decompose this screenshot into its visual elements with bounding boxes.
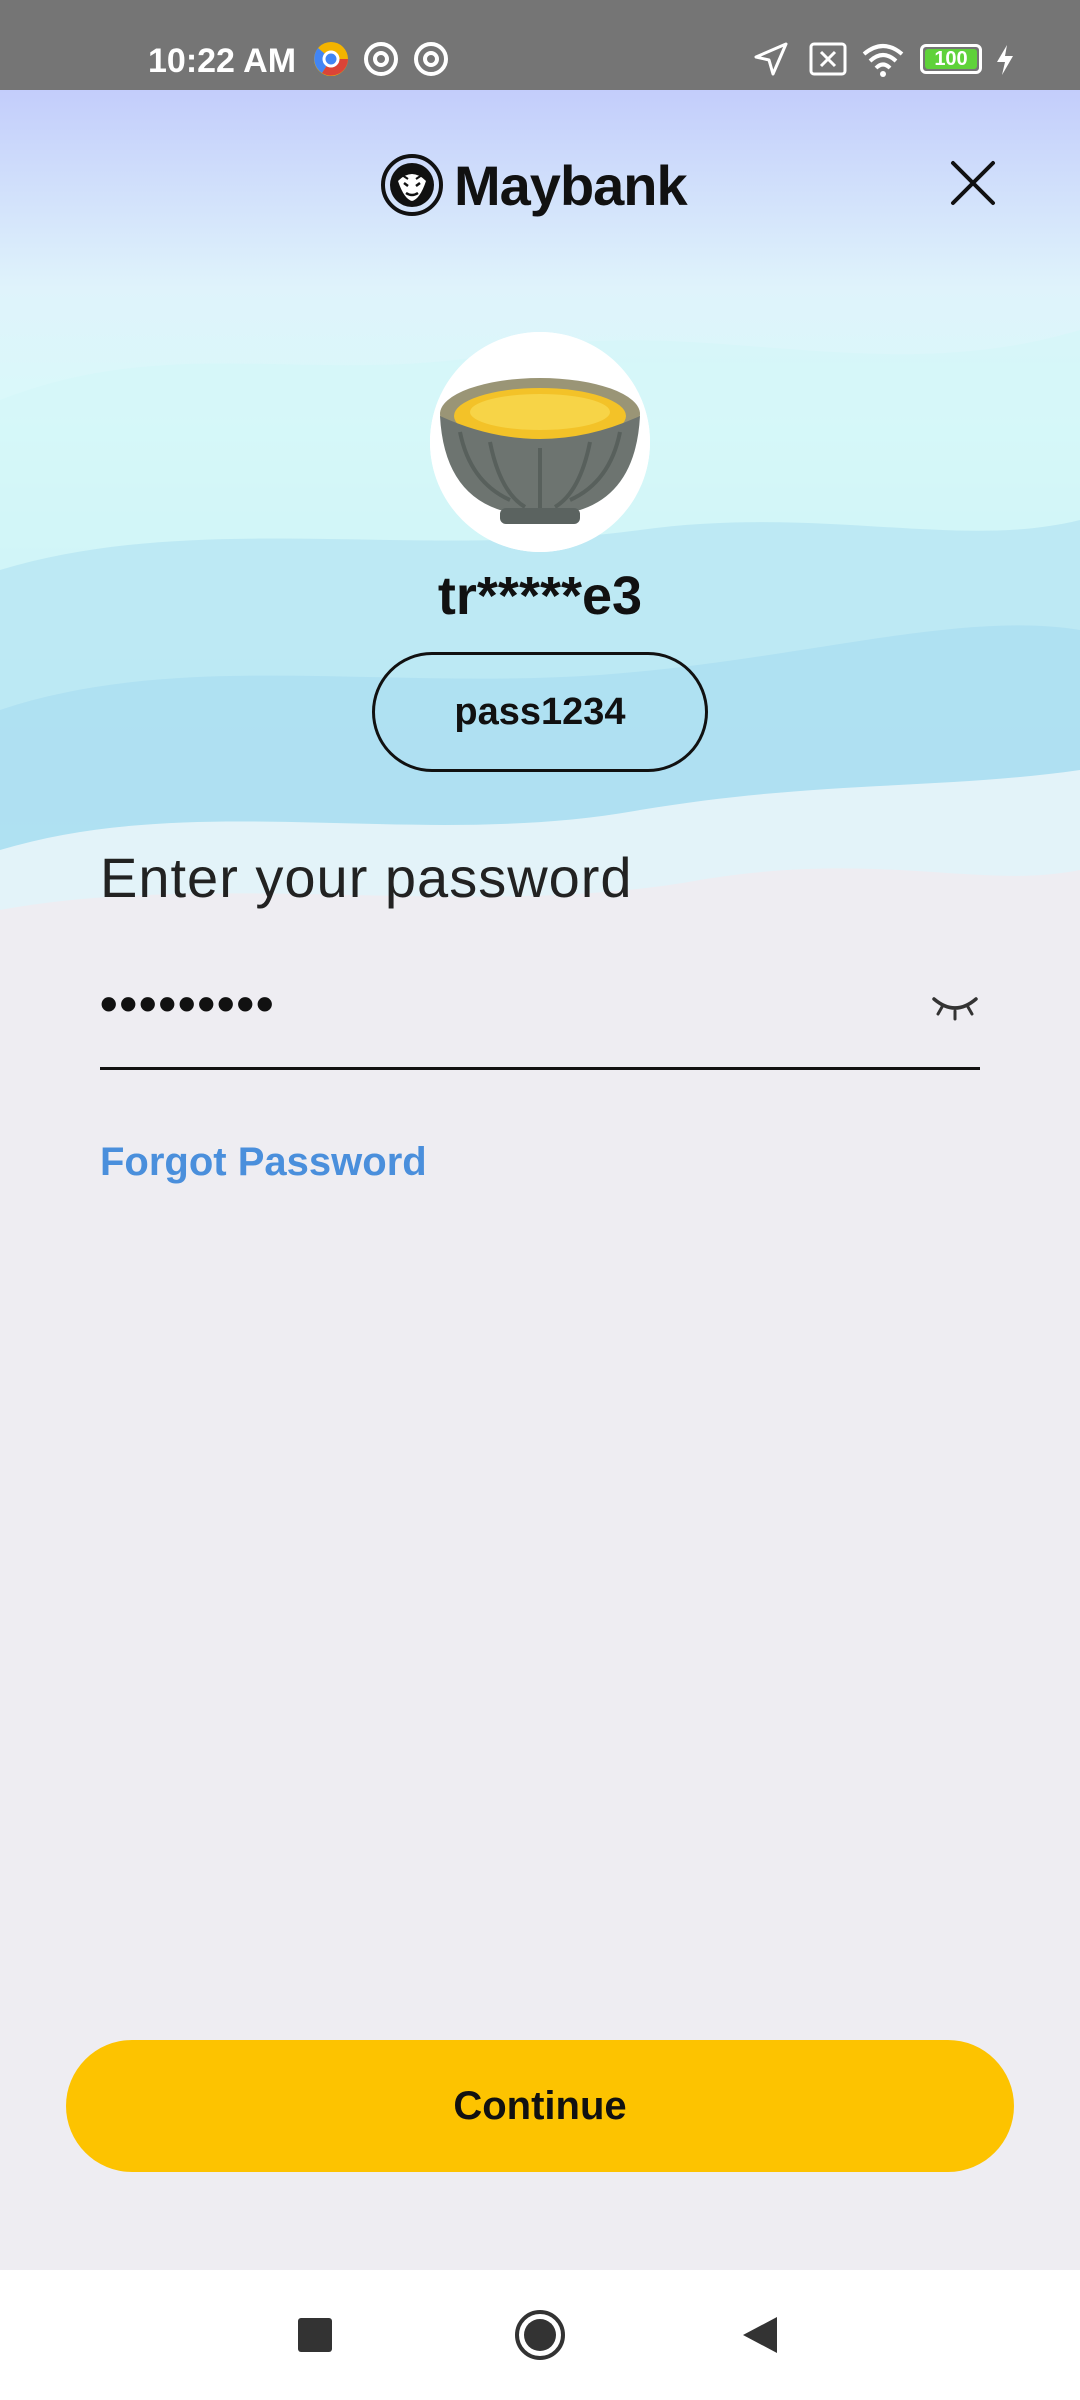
recents-button[interactable] xyxy=(255,2270,375,2400)
home-circle-icon xyxy=(515,2310,565,2360)
back-triangle-icon xyxy=(743,2317,777,2353)
system-nav-bar xyxy=(0,2270,1080,2400)
password-value[interactable]: ••••••••• xyxy=(100,975,276,1033)
sim-x-icon xyxy=(809,42,847,76)
wifi-icon xyxy=(862,44,904,77)
charging-icon xyxy=(997,45,1013,75)
chrome-icon xyxy=(314,42,348,76)
status-bar: 10:22 AM 100 xyxy=(0,0,1080,90)
username: tr*****e3 xyxy=(437,566,643,626)
close-icon xyxy=(951,161,995,205)
home-button[interactable] xyxy=(480,2270,600,2400)
password-field[interactable]: ••••••••• xyxy=(100,965,980,1070)
recents-square-icon xyxy=(298,2318,332,2352)
eye-closed-icon xyxy=(932,997,978,1021)
tiger-logo-icon xyxy=(381,154,443,216)
close-button[interactable] xyxy=(940,150,1006,216)
brand-name: Maybank xyxy=(454,153,688,217)
location-arrow-icon xyxy=(754,42,788,76)
toggle-visibility-button[interactable] xyxy=(930,985,980,1025)
password-prompt: Enter your password xyxy=(100,846,633,909)
continue-button[interactable]: Continue xyxy=(66,2040,1014,2172)
forgot-password-link[interactable]: Forgot Password xyxy=(100,1140,427,1185)
avatar xyxy=(430,332,650,552)
battery-level: 100 xyxy=(925,49,977,69)
notification-icon xyxy=(414,42,448,76)
bowl-image xyxy=(430,332,650,552)
back-button[interactable] xyxy=(700,2270,820,2400)
secure-phrase-badge: pass1234 xyxy=(372,652,708,772)
maybank-logo: Maybank xyxy=(380,150,688,220)
notification-icon xyxy=(364,42,398,76)
status-time: 10:22 AM xyxy=(148,42,297,80)
battery-icon: 100 xyxy=(920,44,982,74)
